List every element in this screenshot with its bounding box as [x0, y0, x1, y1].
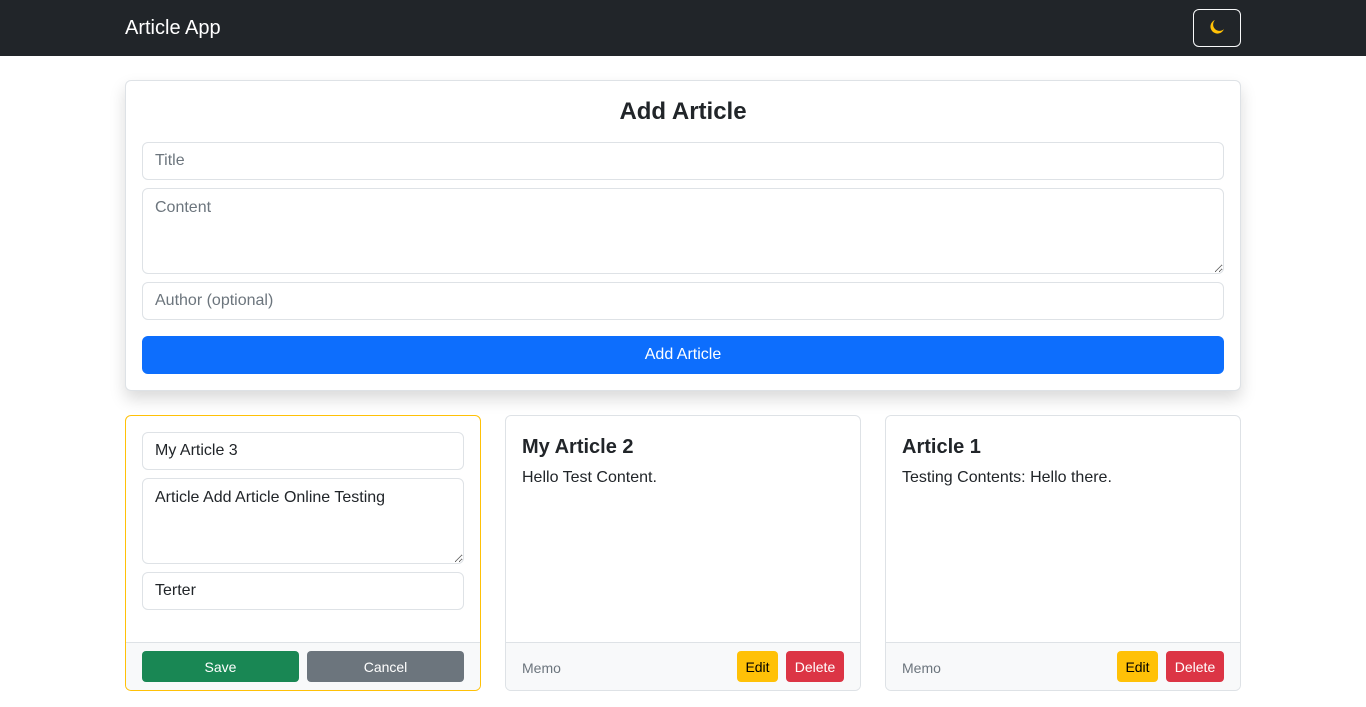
delete-button[interactable]: Delete [1166, 651, 1224, 682]
article-title: Article 1 [902, 436, 981, 458]
save-button[interactable]: Save [142, 651, 299, 682]
author-input[interactable] [142, 282, 1224, 320]
theme-toggle-button[interactable] [1193, 9, 1241, 47]
card-footer: Save Cancel [126, 642, 480, 690]
edit-content-textarea[interactable]: Article Add Article Online Testing [142, 478, 464, 564]
article-card: My Article 2 Hello Test Content. Memo Ed… [505, 415, 861, 691]
content-textarea[interactable] [142, 188, 1224, 274]
add-article-button[interactable]: Add Article [142, 336, 1224, 374]
card-footer: Memo Edit Delete [506, 642, 860, 690]
navbar: Article App [0, 0, 1366, 56]
article-author: Memo [522, 660, 561, 676]
article-card: Article 1 Testing Contents: Hello there.… [885, 415, 1241, 691]
edit-button[interactable]: Edit [737, 651, 778, 682]
article-content: Testing Contents: Hello there. [902, 469, 1112, 486]
app-brand[interactable]: Article App [125, 16, 221, 40]
edit-button[interactable]: Edit [1117, 651, 1158, 682]
article-title: My Article 2 [522, 436, 634, 458]
delete-button[interactable]: Delete [786, 651, 844, 682]
cancel-button[interactable]: Cancel [307, 651, 464, 682]
edit-author-input[interactable] [142, 572, 464, 610]
card-footer: Memo Edit Delete [886, 642, 1240, 690]
article-author: Memo [902, 660, 941, 676]
article-content: Hello Test Content. [522, 469, 657, 486]
edit-title-input[interactable] [142, 432, 464, 470]
title-input[interactable] [142, 142, 1224, 180]
add-article-heading: Add Article [619, 98, 747, 125]
moon-icon [1209, 19, 1225, 38]
